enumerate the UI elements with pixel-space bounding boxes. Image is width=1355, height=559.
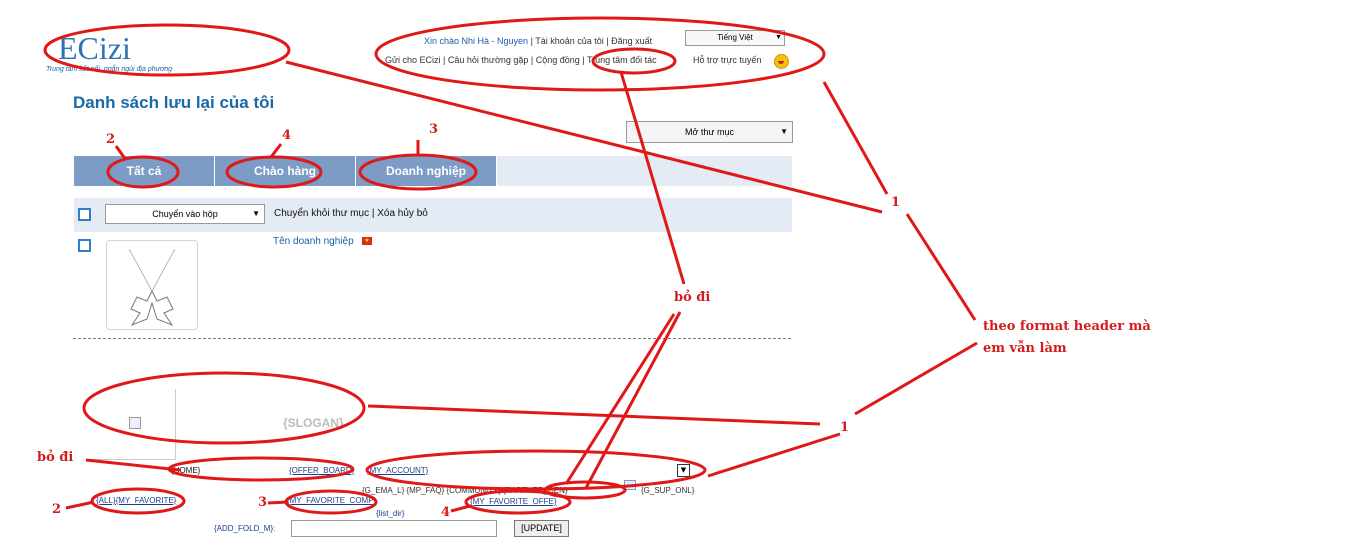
annotation-ellipse-tab-offer — [225, 155, 323, 189]
annotation-number: 3 — [429, 122, 439, 137]
annotation-note-line2: em vẫn làm — [983, 341, 1067, 356]
annotation-ellipse-account — [365, 449, 707, 491]
annotation-remove-note: bỏ đi — [37, 450, 74, 465]
annotation-line — [619, 71, 686, 285]
annotation-line — [65, 500, 95, 510]
annotation-line — [285, 60, 883, 214]
annotation-line — [267, 500, 289, 505]
annotation-ellipse-partner — [591, 47, 677, 75]
annotation-number: 1 — [840, 420, 850, 435]
annotation-ellipse-tab-all — [106, 155, 180, 189]
annotation-number: 3 — [258, 495, 268, 510]
annotation-overlay — [43, 16, 978, 515]
annotation-ellipse-fav-all — [90, 487, 186, 515]
annotation-line — [114, 145, 128, 161]
annotation-ellipse-fav-offer — [464, 489, 572, 515]
annotation-ellipse-fav-comp — [284, 489, 378, 515]
annotation-ellipse-home — [167, 456, 355, 482]
annotation-number: 2 — [52, 502, 62, 517]
annotation-number: 4 — [282, 128, 292, 143]
annotation-ellipse-logo — [43, 23, 291, 77]
annotation-remove-note: bỏ đi — [674, 290, 711, 305]
annotation-line — [367, 404, 821, 426]
annotation-number: 4 — [441, 505, 451, 520]
annotation-line — [905, 213, 977, 321]
annotation-line — [822, 81, 889, 195]
annotation-note-line1: theo format header mà — [983, 319, 1151, 334]
annotation-number: 1 — [891, 195, 901, 210]
annotation-line — [584, 311, 682, 489]
annotation-line — [450, 504, 471, 513]
annotation-line — [707, 432, 841, 478]
annotation-line — [85, 458, 181, 472]
annotation-ellipse-slogan — [82, 371, 366, 445]
annotation-number: 2 — [106, 132, 116, 147]
annotation-line — [269, 143, 283, 158]
annotation-ellipse-tab-company — [358, 153, 478, 191]
annotation-line — [564, 313, 676, 485]
annotation-line — [854, 341, 978, 416]
